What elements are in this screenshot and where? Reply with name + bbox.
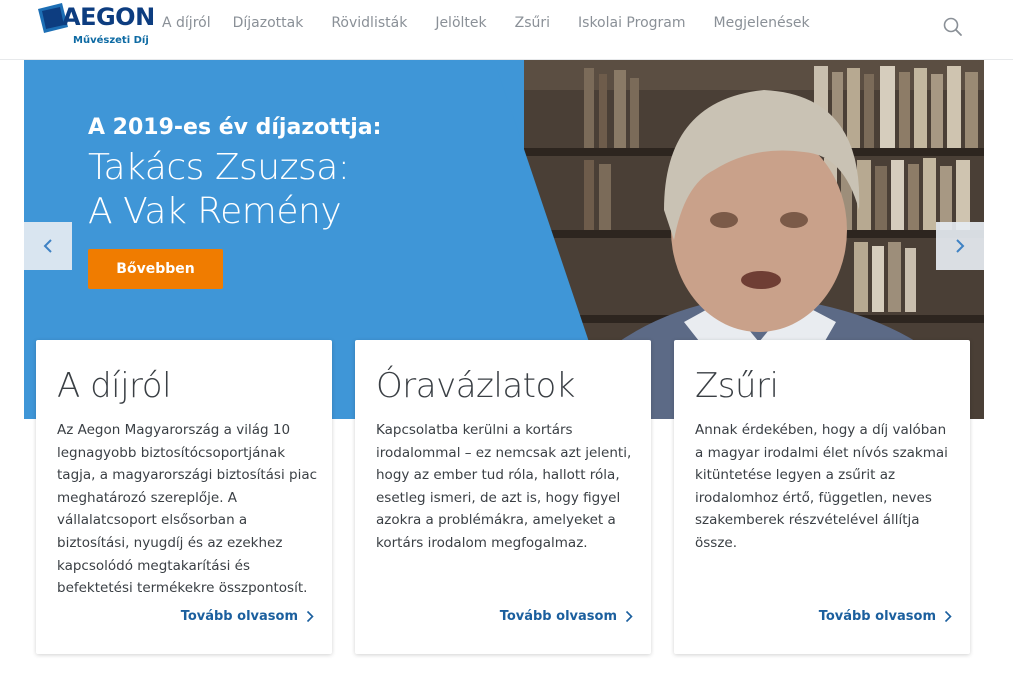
hero-title: Takács Zsuzsa: A Vak Remény xyxy=(88,146,350,234)
logo-wordmark: AEGON xyxy=(62,3,155,31)
slider-prev-button[interactable] xyxy=(24,222,72,270)
read-more-label: Tovább olvasom xyxy=(499,609,617,624)
main-nav: A díjról Díjazottak Rövidlisták Jelöltek… xyxy=(162,15,838,31)
hero-label: A 2019-es év díjazottja: xyxy=(88,115,382,140)
search-icon xyxy=(943,17,962,36)
nav-item-jury[interactable]: Zsűri xyxy=(515,15,550,31)
card-about: A díjról Az Aegon Magyarország a világ 1… xyxy=(36,340,332,654)
slider-next-button[interactable] xyxy=(936,222,984,270)
hero-title-line-1: Takács Zsuzsa: xyxy=(88,147,350,188)
more-button[interactable]: Bővebben xyxy=(88,249,223,289)
read-more-link[interactable]: Tovább olvasom xyxy=(181,609,314,624)
chevron-right-icon xyxy=(944,610,952,623)
read-more-label: Tovább olvasom xyxy=(818,609,936,624)
nav-item-appearances[interactable]: Megjelenések xyxy=(714,15,810,31)
card-title: Zsűri xyxy=(695,366,779,406)
card-title: Óravázlatok xyxy=(376,366,575,406)
card-text: Az Aegon Magyarország a világ 10 legnagy… xyxy=(57,422,318,597)
chevron-left-icon xyxy=(43,239,52,253)
nav-item-school-program[interactable]: Iskolai Program xyxy=(578,15,685,31)
nav-item-shortlists[interactable]: Rövidlisták xyxy=(331,15,407,31)
card-title: A díjról xyxy=(57,366,172,406)
card-jury: Zsűri Annak érdekében, hogy a díj valóba… xyxy=(674,340,970,654)
logo-subtitle: Művészeti Díj xyxy=(73,35,149,46)
read-more-label: Tovább olvasom xyxy=(180,609,298,624)
read-more-link[interactable]: Tovább olvasom xyxy=(819,609,952,624)
site-header: AEGON Művészeti Díj A díjról Díjazottak … xyxy=(0,0,1013,60)
hero-title-line-2: A Vak Remény xyxy=(88,191,342,232)
chevron-right-icon xyxy=(625,610,633,623)
card-text: Kapcsolatba kerülni a kortárs irodalomma… xyxy=(376,422,632,551)
chevron-right-icon xyxy=(956,239,965,253)
read-more-link[interactable]: Tovább olvasom xyxy=(500,609,633,624)
nav-item-laureates[interactable]: Díjazottak xyxy=(233,15,304,31)
search-button[interactable] xyxy=(942,16,964,38)
card-lesson-plans: Óravázlatok Kapcsolatba kerülni a kortár… xyxy=(355,340,651,654)
nav-item-nominees[interactable]: Jelöltek xyxy=(435,15,486,31)
aegon-logo[interactable]: AEGON Művészeti Díj xyxy=(36,2,155,52)
nav-item-about[interactable]: A díjról xyxy=(162,15,211,31)
card-text: Annak érdekében, hogy a díj valóban a ma… xyxy=(695,422,948,551)
chevron-right-icon xyxy=(306,610,314,623)
